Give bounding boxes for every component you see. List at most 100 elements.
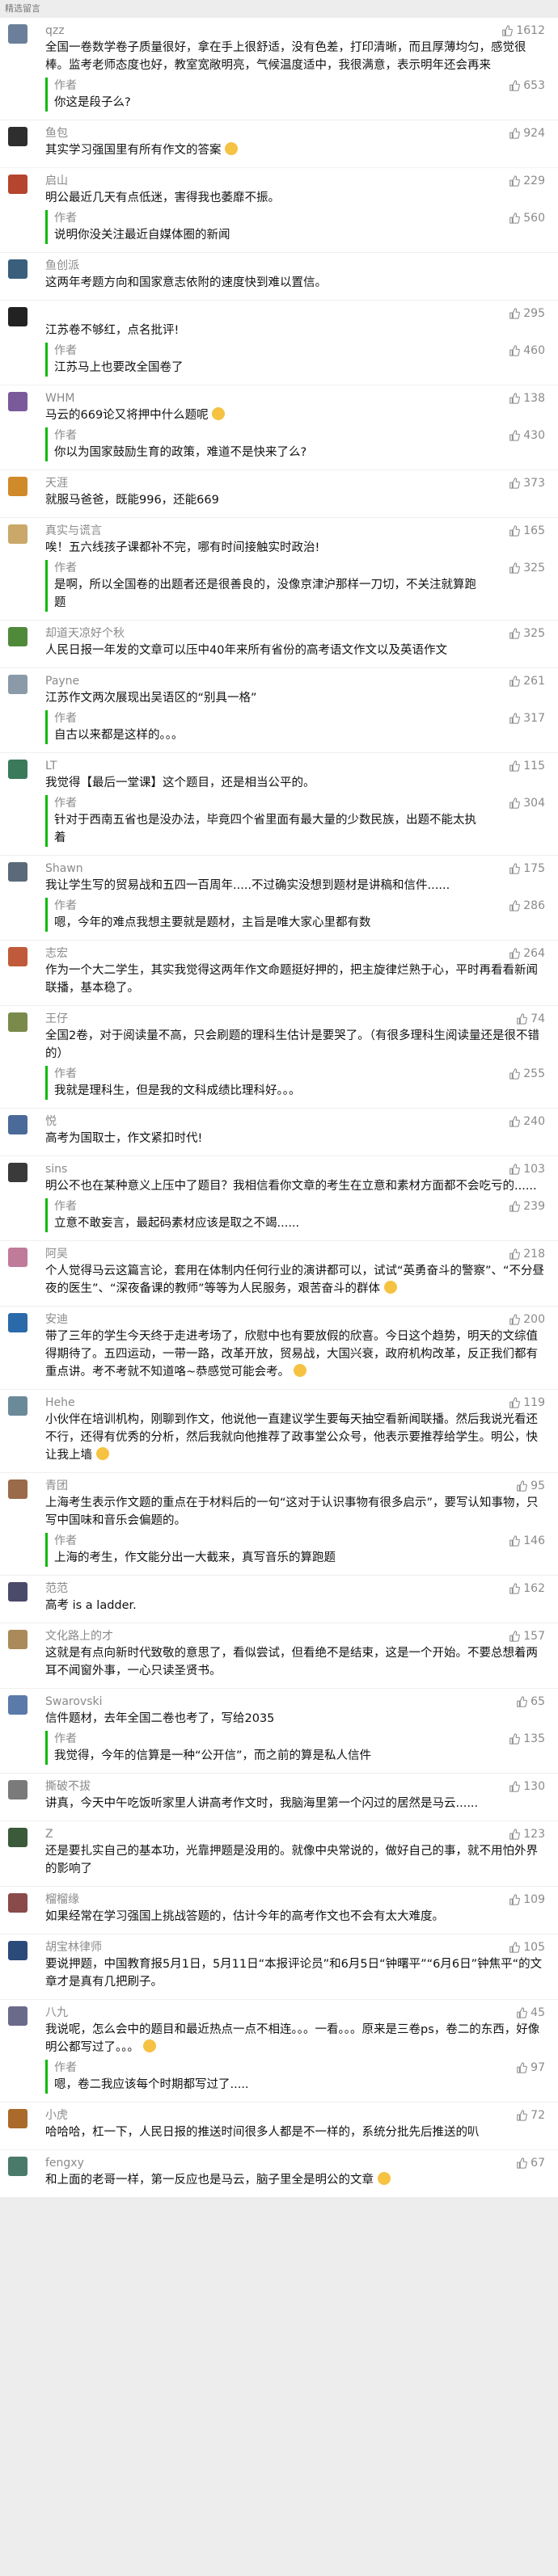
avatar[interactable] [8, 2157, 27, 2176]
like-button[interactable]: 295 [509, 305, 545, 322]
like-button[interactable]: 115 [509, 758, 545, 774]
like-button[interactable]: 103 [509, 1161, 545, 1177]
thumb-up-icon [516, 2157, 528, 2169]
like-button[interactable]: 105 [509, 1939, 545, 1955]
comment-item: WHM 138 马云的669论又将押中什么题呢 作者 430 你以为国家鼓励生育的政策，… [0, 385, 558, 469]
avatar[interactable] [8, 259, 27, 279]
reply-like-button[interactable]: 325 [509, 560, 545, 576]
comment-item: 胡宝林律师 105 要说押题，中国教育报5月1日，5月11日“本报评论员”和6月5日… [0, 1934, 558, 1999]
reply-like-button[interactable]: 97 [516, 2060, 545, 2076]
avatar[interactable] [8, 392, 27, 411]
reply-like-button[interactable]: 135 [509, 1731, 545, 1747]
like-button[interactable]: 175 [509, 861, 545, 877]
comment-text: 我觉得【最后一堂课】这个题目，还是相当公平的。 [45, 777, 315, 789]
avatar[interactable] [8, 1893, 27, 1913]
reply-like-button[interactable]: 317 [509, 710, 545, 726]
like-button[interactable]: 45 [516, 2005, 545, 2021]
reply-like-button[interactable]: 430 [509, 427, 545, 444]
like-button[interactable]: 95 [516, 1478, 545, 1494]
comment-item: 文化路上的才 157 这就是有点向新时代致敬的意思了，看似尝试，但看绝不是结束，这是… [0, 1623, 558, 1688]
avatar[interactable] [8, 1695, 27, 1715]
like-button[interactable]: 218 [509, 1246, 545, 1262]
section-title: 精选留言 [0, 0, 558, 18]
reply-like-button[interactable]: 255 [509, 1066, 545, 1082]
reply-like-button[interactable]: 304 [509, 795, 545, 811]
like-count: 103 [523, 1163, 545, 1176]
like-count: 240 [523, 1115, 545, 1128]
reply-author-label: 作者 [54, 712, 77, 725]
like-button[interactable]: 240 [509, 1113, 545, 1130]
like-button[interactable]: 119 [509, 1395, 545, 1411]
avatar[interactable] [8, 1012, 27, 1032]
author-reply: 作者 653 你这是段子么? [45, 78, 545, 112]
avatar[interactable] [8, 524, 27, 544]
avatar[interactable] [8, 1582, 27, 1602]
comment-author: Swarovski [45, 1695, 103, 1708]
like-button[interactable]: 72 [516, 2107, 545, 2124]
like-button[interactable]: 157 [509, 1628, 545, 1644]
reply-like-button[interactable]: 286 [509, 898, 545, 914]
avatar[interactable] [8, 1115, 27, 1134]
like-button[interactable]: 138 [509, 390, 545, 406]
avatar[interactable] [8, 127, 27, 146]
like-button[interactable]: 123 [509, 1826, 545, 1842]
like-button[interactable]: 264 [509, 945, 545, 962]
like-button[interactable]: 373 [509, 475, 545, 491]
avatar[interactable] [8, 1396, 27, 1416]
avatar[interactable] [8, 1480, 27, 1499]
avatar[interactable] [8, 1163, 27, 1182]
avatar[interactable] [8, 760, 27, 779]
like-button[interactable]: 65 [516, 1694, 545, 1710]
author-reply: 作者 135 我觉得，今年的信算是一种“公开信”，而之前的算是私人信件 [45, 1731, 545, 1765]
like-button[interactable]: 1612 [501, 23, 545, 39]
like-button[interactable]: 261 [509, 673, 545, 689]
comment-text: 和上面的老哥一样，第一反应也是马云，脑子里全是明公的文章 [45, 2171, 545, 2189]
avatar[interactable] [8, 1941, 27, 1960]
like-button[interactable]: 325 [509, 625, 545, 642]
comment-text: 明公最近几天有点低迷，害得我也萎靡不振。 [45, 192, 280, 204]
avatar[interactable] [8, 175, 27, 194]
reply-author-label: 作者 [54, 344, 77, 357]
avatar[interactable] [8, 1248, 27, 1267]
comment-text: 马云的669论又将押中什么题呢 [45, 406, 545, 424]
like-button[interactable]: 165 [509, 523, 545, 539]
like-button[interactable]: 130 [509, 1778, 545, 1795]
like-button[interactable]: 67 [516, 2155, 545, 2171]
avatar[interactable] [8, 2006, 27, 2026]
avatar[interactable] [8, 1630, 27, 1649]
avatar[interactable] [8, 1780, 27, 1799]
reply-like-button[interactable]: 653 [509, 78, 545, 94]
comment-item: Hehe 119 小伙伴在培训机构，刚聊到作文，他说他一直建议学生要每天抽空看新闻联… [0, 1389, 558, 1472]
like-button[interactable]: 200 [509, 1311, 545, 1328]
avatar[interactable] [8, 1828, 27, 1847]
avatar[interactable] [8, 627, 27, 646]
like-button[interactable]: 924 [509, 125, 545, 141]
avatar[interactable] [8, 2109, 27, 2128]
reply-like-button[interactable]: 560 [509, 210, 545, 226]
avatar[interactable] [8, 1313, 27, 1332]
avatar[interactable] [8, 24, 27, 44]
thumb-up-icon [509, 798, 521, 809]
comment-item: 却道天凉好个秋 325 人民日报一年发的文章可以压中40年来所有省份的高考语文作文以… [0, 620, 558, 667]
like-button[interactable]: 162 [509, 1581, 545, 1597]
reply-text: 你以为国家鼓励生育的政策，难道不是快来了么? [54, 446, 307, 459]
reply-like-count: 97 [531, 2061, 545, 2074]
comment-author: 榴榴缘 [45, 1893, 79, 1906]
reply-like-button[interactable]: 146 [509, 1533, 545, 1549]
avatar[interactable] [8, 675, 27, 694]
avatar[interactable] [8, 477, 27, 496]
avatar[interactable] [8, 862, 27, 882]
reply-like-button[interactable]: 460 [509, 343, 545, 359]
like-button[interactable]: 109 [509, 1892, 545, 1908]
reply-like-button[interactable]: 239 [509, 1198, 545, 1214]
author-reply: 作者 317 自古以来都是这样的。。。 [45, 710, 545, 744]
like-count: 105 [523, 1941, 545, 1954]
thumb-up-icon [501, 25, 514, 36]
avatar[interactable] [8, 947, 27, 966]
like-button[interactable]: 229 [509, 173, 545, 189]
comment-author: 安迪 [45, 1313, 68, 1326]
comment-item: 志宏 264 作为一个大二学生，其实我觉得这两年作文命题挺好押的，把主旋律烂熟于心，… [0, 940, 558, 1005]
like-button[interactable]: 74 [516, 1011, 545, 1027]
comment-author: 天涯 [45, 477, 68, 490]
avatar[interactable] [8, 307, 27, 326]
